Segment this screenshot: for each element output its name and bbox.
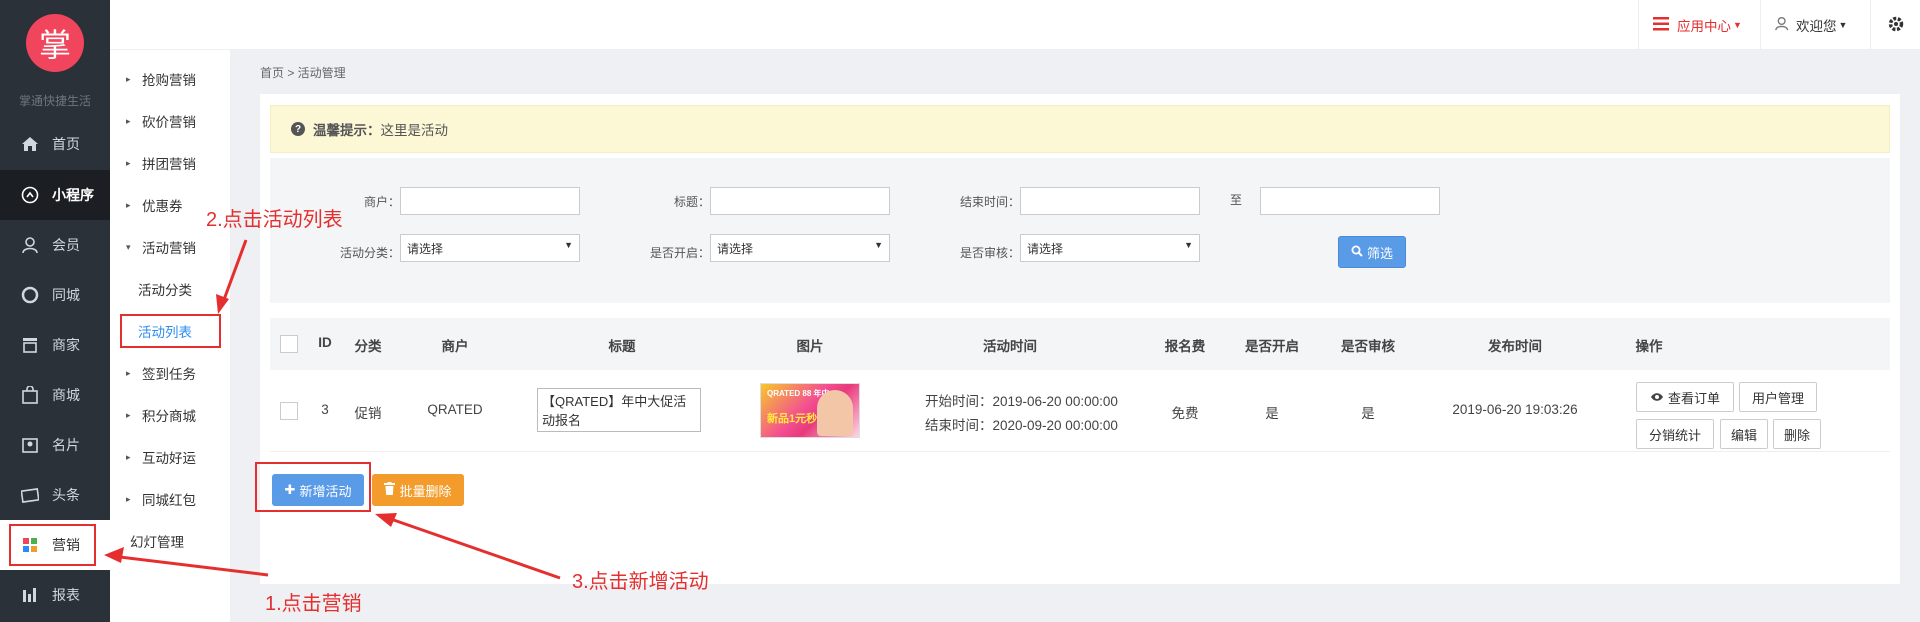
- annotation-arrows: [104, 239, 561, 580]
- step2-annotation: 2.点击活动列表: [206, 209, 343, 231]
- step3-annotation: 3.点击新增活动: [572, 571, 709, 593]
- step1-annotation: 1.点击营销: [265, 593, 362, 615]
